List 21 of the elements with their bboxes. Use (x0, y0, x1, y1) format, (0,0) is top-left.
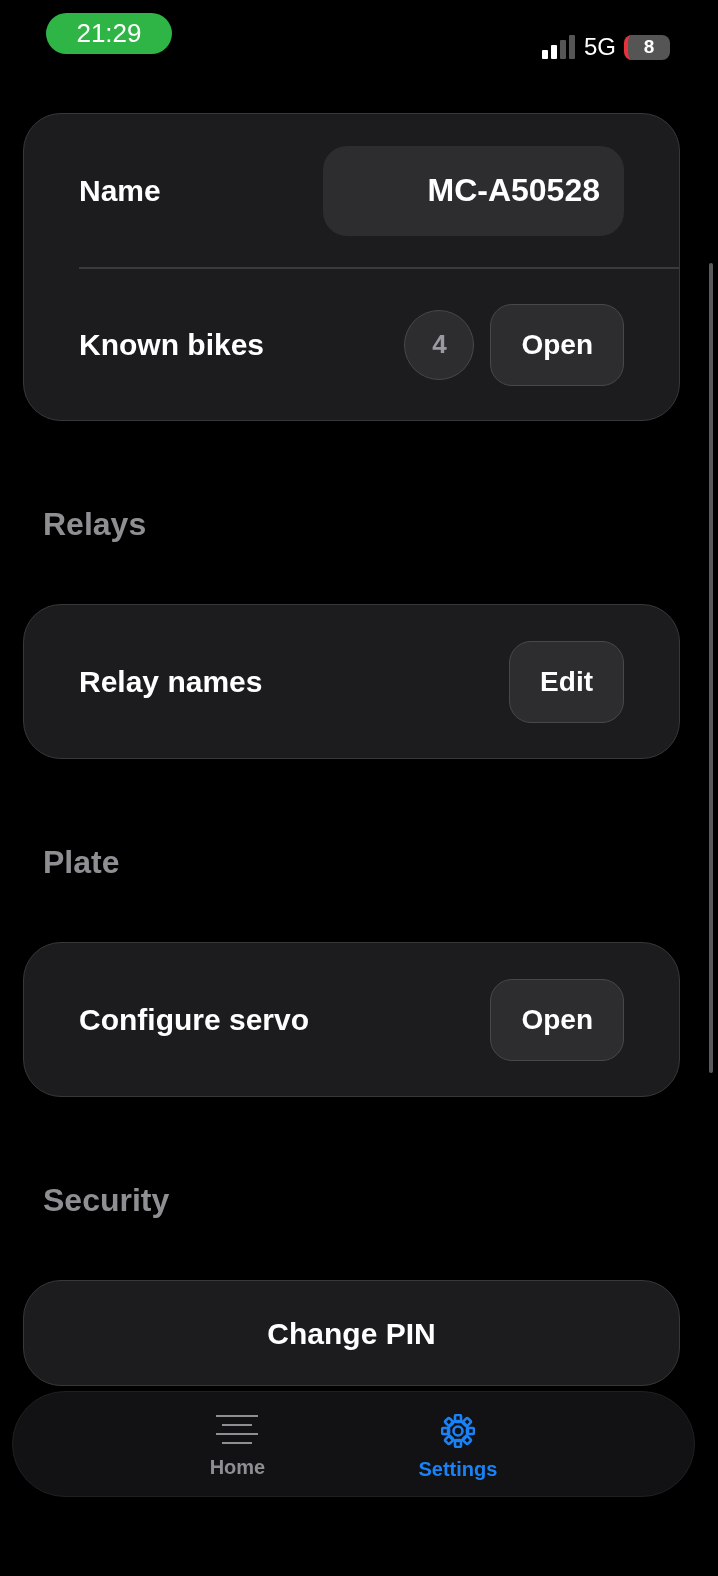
section-header: Security (43, 1181, 171, 1220)
row-label: Name (79, 173, 161, 209)
name-field[interactable]: MC-A50528 (323, 145, 624, 236)
signal-icon (542, 35, 576, 59)
battery-icon: 8 (624, 34, 670, 60)
section-header: Plate (43, 843, 121, 882)
row-label: Configure servo (79, 1002, 310, 1038)
count-badge: 4 (404, 309, 475, 380)
menu-icon (216, 1414, 259, 1446)
tab[interactable]: Settings (412, 1392, 504, 1496)
tab[interactable]: Home (203, 1392, 272, 1496)
status-time: 21:29 (46, 13, 172, 54)
row-button[interactable]: Edit (509, 640, 624, 723)
open-button[interactable]: Open (490, 303, 624, 386)
row-label: Known bikes (79, 327, 265, 363)
section-header: Relays (43, 505, 148, 544)
network-label: 5G (584, 32, 616, 62)
settings-icon (440, 1414, 475, 1448)
row-button[interactable]: Open (490, 978, 624, 1061)
change-pin-button[interactable]: Change PIN (24, 1281, 679, 1385)
row-label: Relay names (79, 664, 263, 700)
